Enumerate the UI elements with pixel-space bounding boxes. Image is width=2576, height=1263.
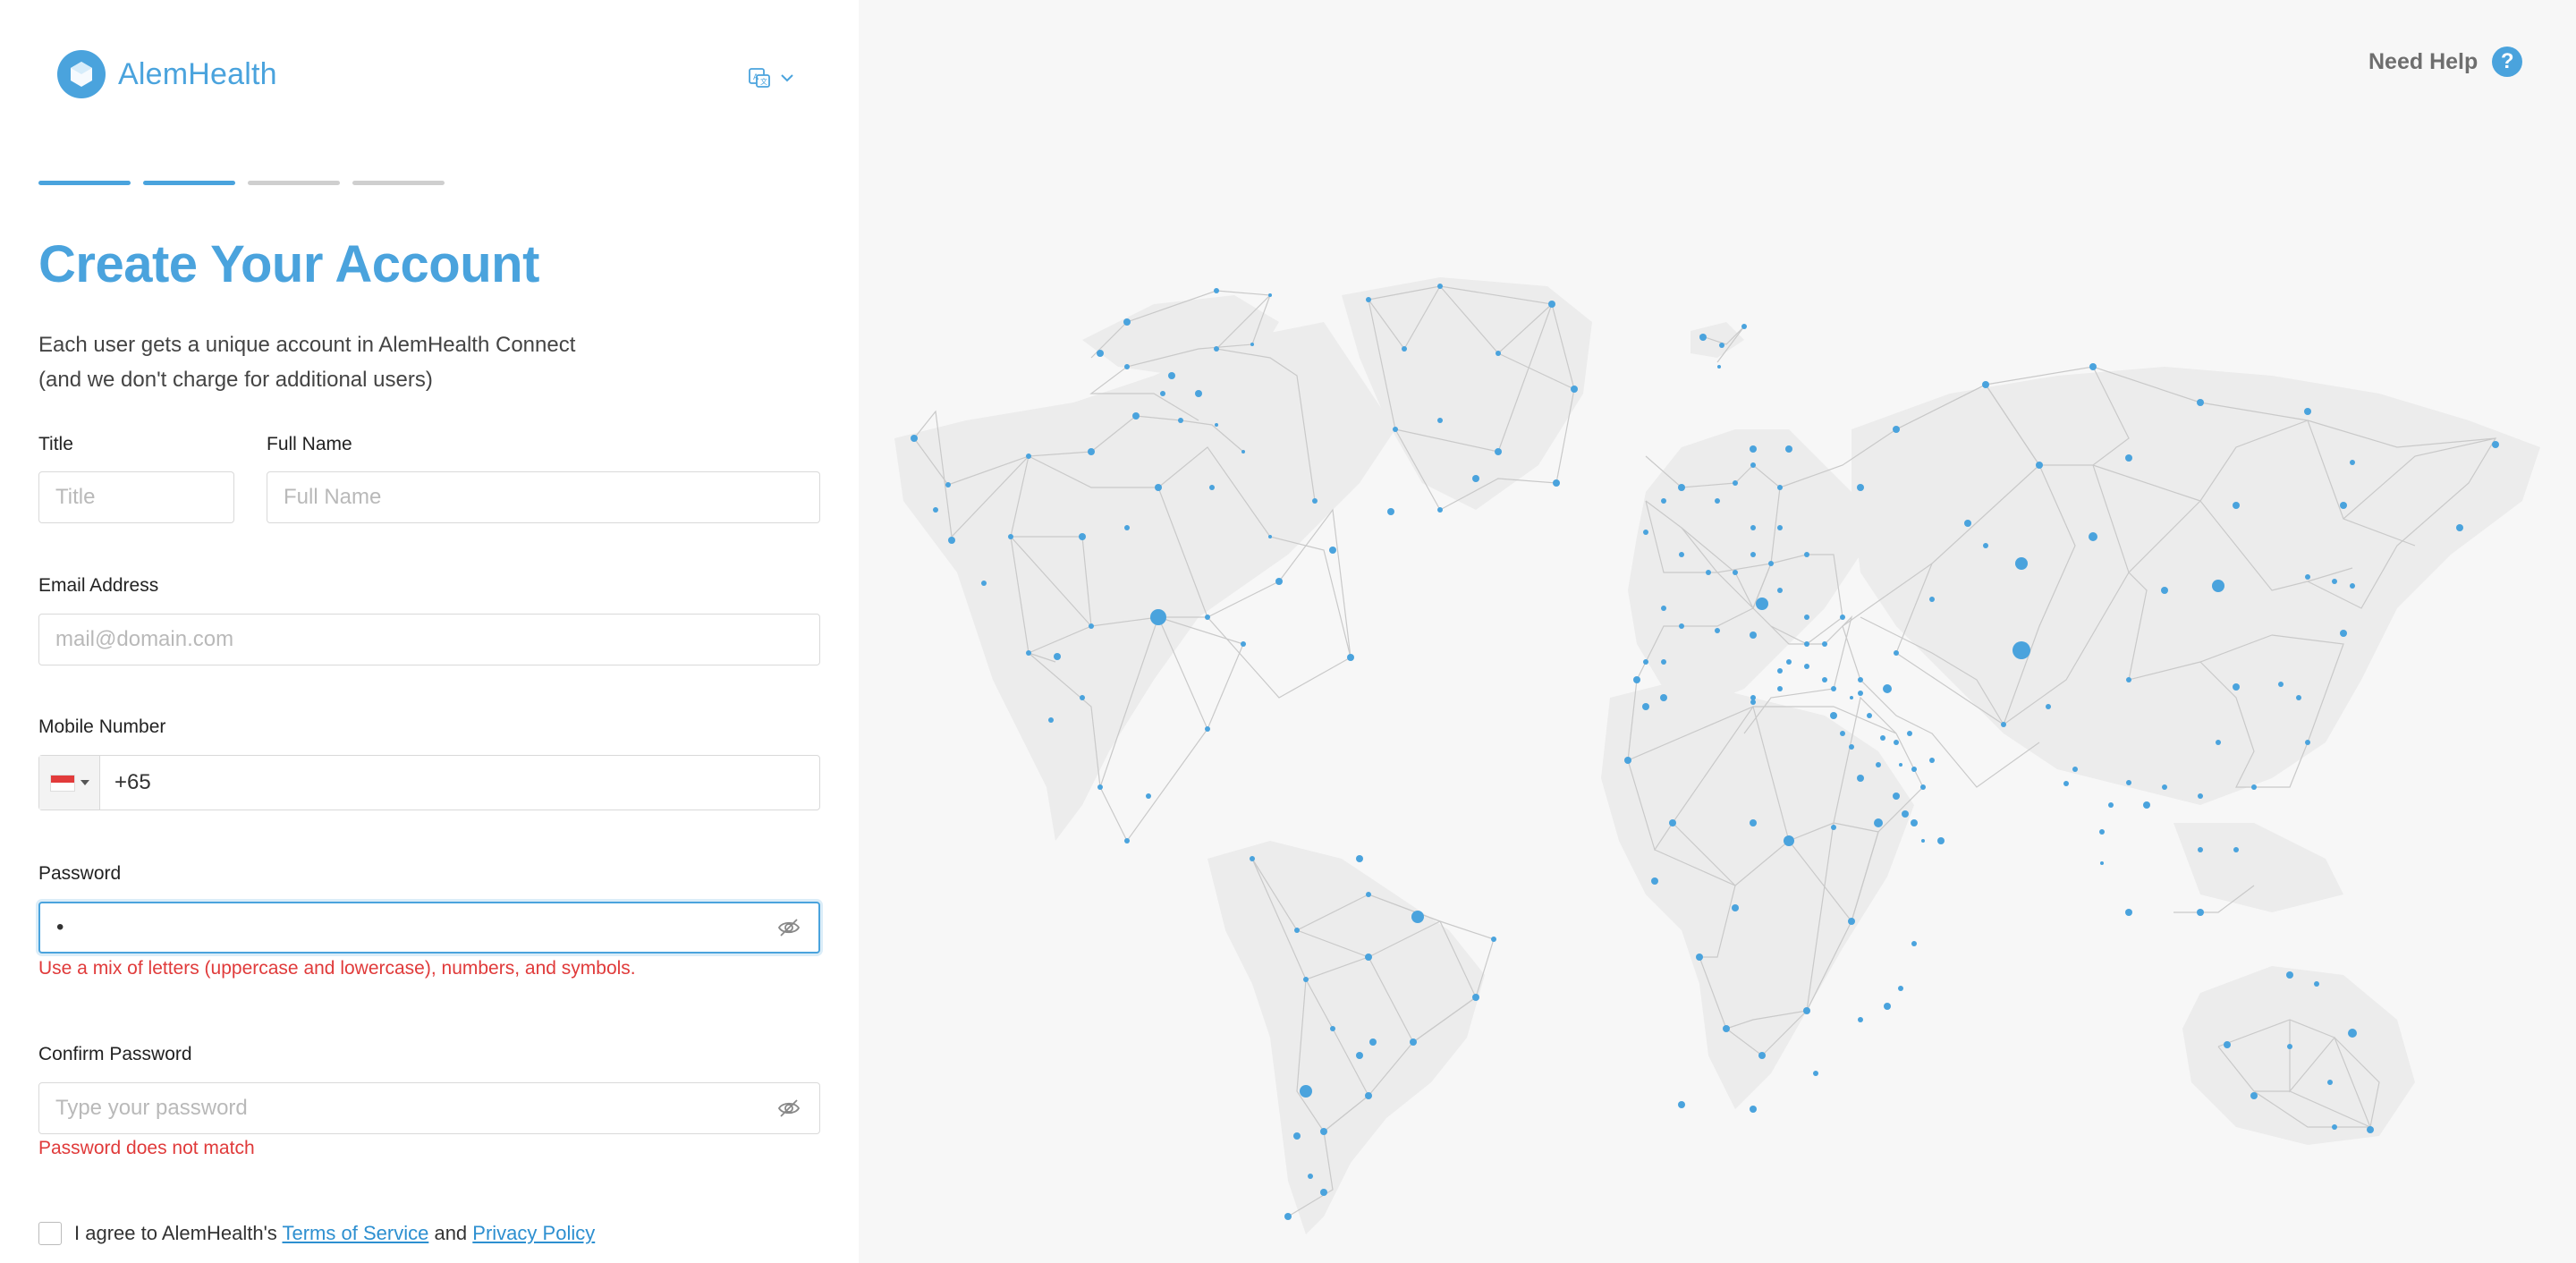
mobile-input[interactable]: [100, 756, 819, 810]
privacy-policy-link[interactable]: Privacy Policy: [472, 1222, 595, 1244]
brand-name: AlemHealth: [118, 56, 277, 91]
chevron-down-icon: [781, 74, 793, 82]
confirm-password-label: Confirm Password: [38, 1044, 192, 1064]
progress-step-4: [352, 181, 445, 185]
terms-prefix-text: I agree to AlemHealth's: [74, 1222, 277, 1244]
progress-step-1: [38, 181, 131, 185]
confirm-password-error: Password does not match: [38, 1138, 255, 1158]
subtitle-line-2: (and we don't charge for additional user…: [38, 368, 433, 392]
page-title: Create Your Account: [38, 235, 539, 293]
step-progress: [38, 181, 445, 185]
progress-step-3: [248, 181, 340, 185]
fullname-field[interactable]: [267, 471, 820, 523]
logo-hexagon-icon: [57, 50, 106, 98]
terms-and-text: and: [434, 1222, 468, 1244]
email-label: Email Address: [38, 575, 159, 596]
password-label: Password: [38, 863, 122, 884]
eye-slash-icon[interactable]: [777, 916, 801, 939]
svg-text:文: 文: [760, 77, 767, 86]
confirm-password-field[interactable]: [38, 1082, 820, 1134]
singapore-flag-icon: [49, 774, 75, 792]
email-field[interactable]: [38, 614, 820, 665]
caret-down-icon: [80, 780, 89, 785]
title-field[interactable]: [38, 471, 234, 523]
terms-agreement: I agree to AlemHealth's Terms of Service…: [38, 1222, 595, 1245]
terms-checkbox[interactable]: [38, 1222, 62, 1245]
subtitle-line-1: Each user gets a unique account in AlemH…: [38, 333, 576, 357]
translate-icon: A 文: [749, 68, 770, 88]
eye-slash-icon[interactable]: [777, 1097, 801, 1120]
brand-logo[interactable]: AlemHealth: [57, 50, 277, 98]
world-network-map: [894, 277, 2540, 1234]
world-map-panel: Need Help ?: [859, 0, 2576, 1263]
title-label: Title: [38, 434, 73, 454]
country-code-selector[interactable]: [39, 756, 100, 810]
fullname-label: Full Name: [267, 434, 352, 454]
signup-page: AlemHealth A 文 Create Your Account Each …: [0, 0, 2576, 1263]
svg-text:A: A: [753, 73, 759, 82]
progress-step-2: [143, 181, 235, 185]
mobile-number-field: [38, 755, 820, 810]
mobile-label: Mobile Number: [38, 716, 166, 737]
password-field[interactable]: [38, 902, 820, 954]
language-selector[interactable]: A 文: [748, 66, 794, 89]
password-error: Use a mix of letters (uppercase and lowe…: [38, 958, 636, 979]
page-subtitle: Each user gets a unique account in AlemH…: [38, 327, 682, 397]
terms-of-service-link[interactable]: Terms of Service: [283, 1222, 429, 1244]
signup-form-panel: AlemHealth A 文 Create Your Account Each …: [0, 0, 859, 1263]
